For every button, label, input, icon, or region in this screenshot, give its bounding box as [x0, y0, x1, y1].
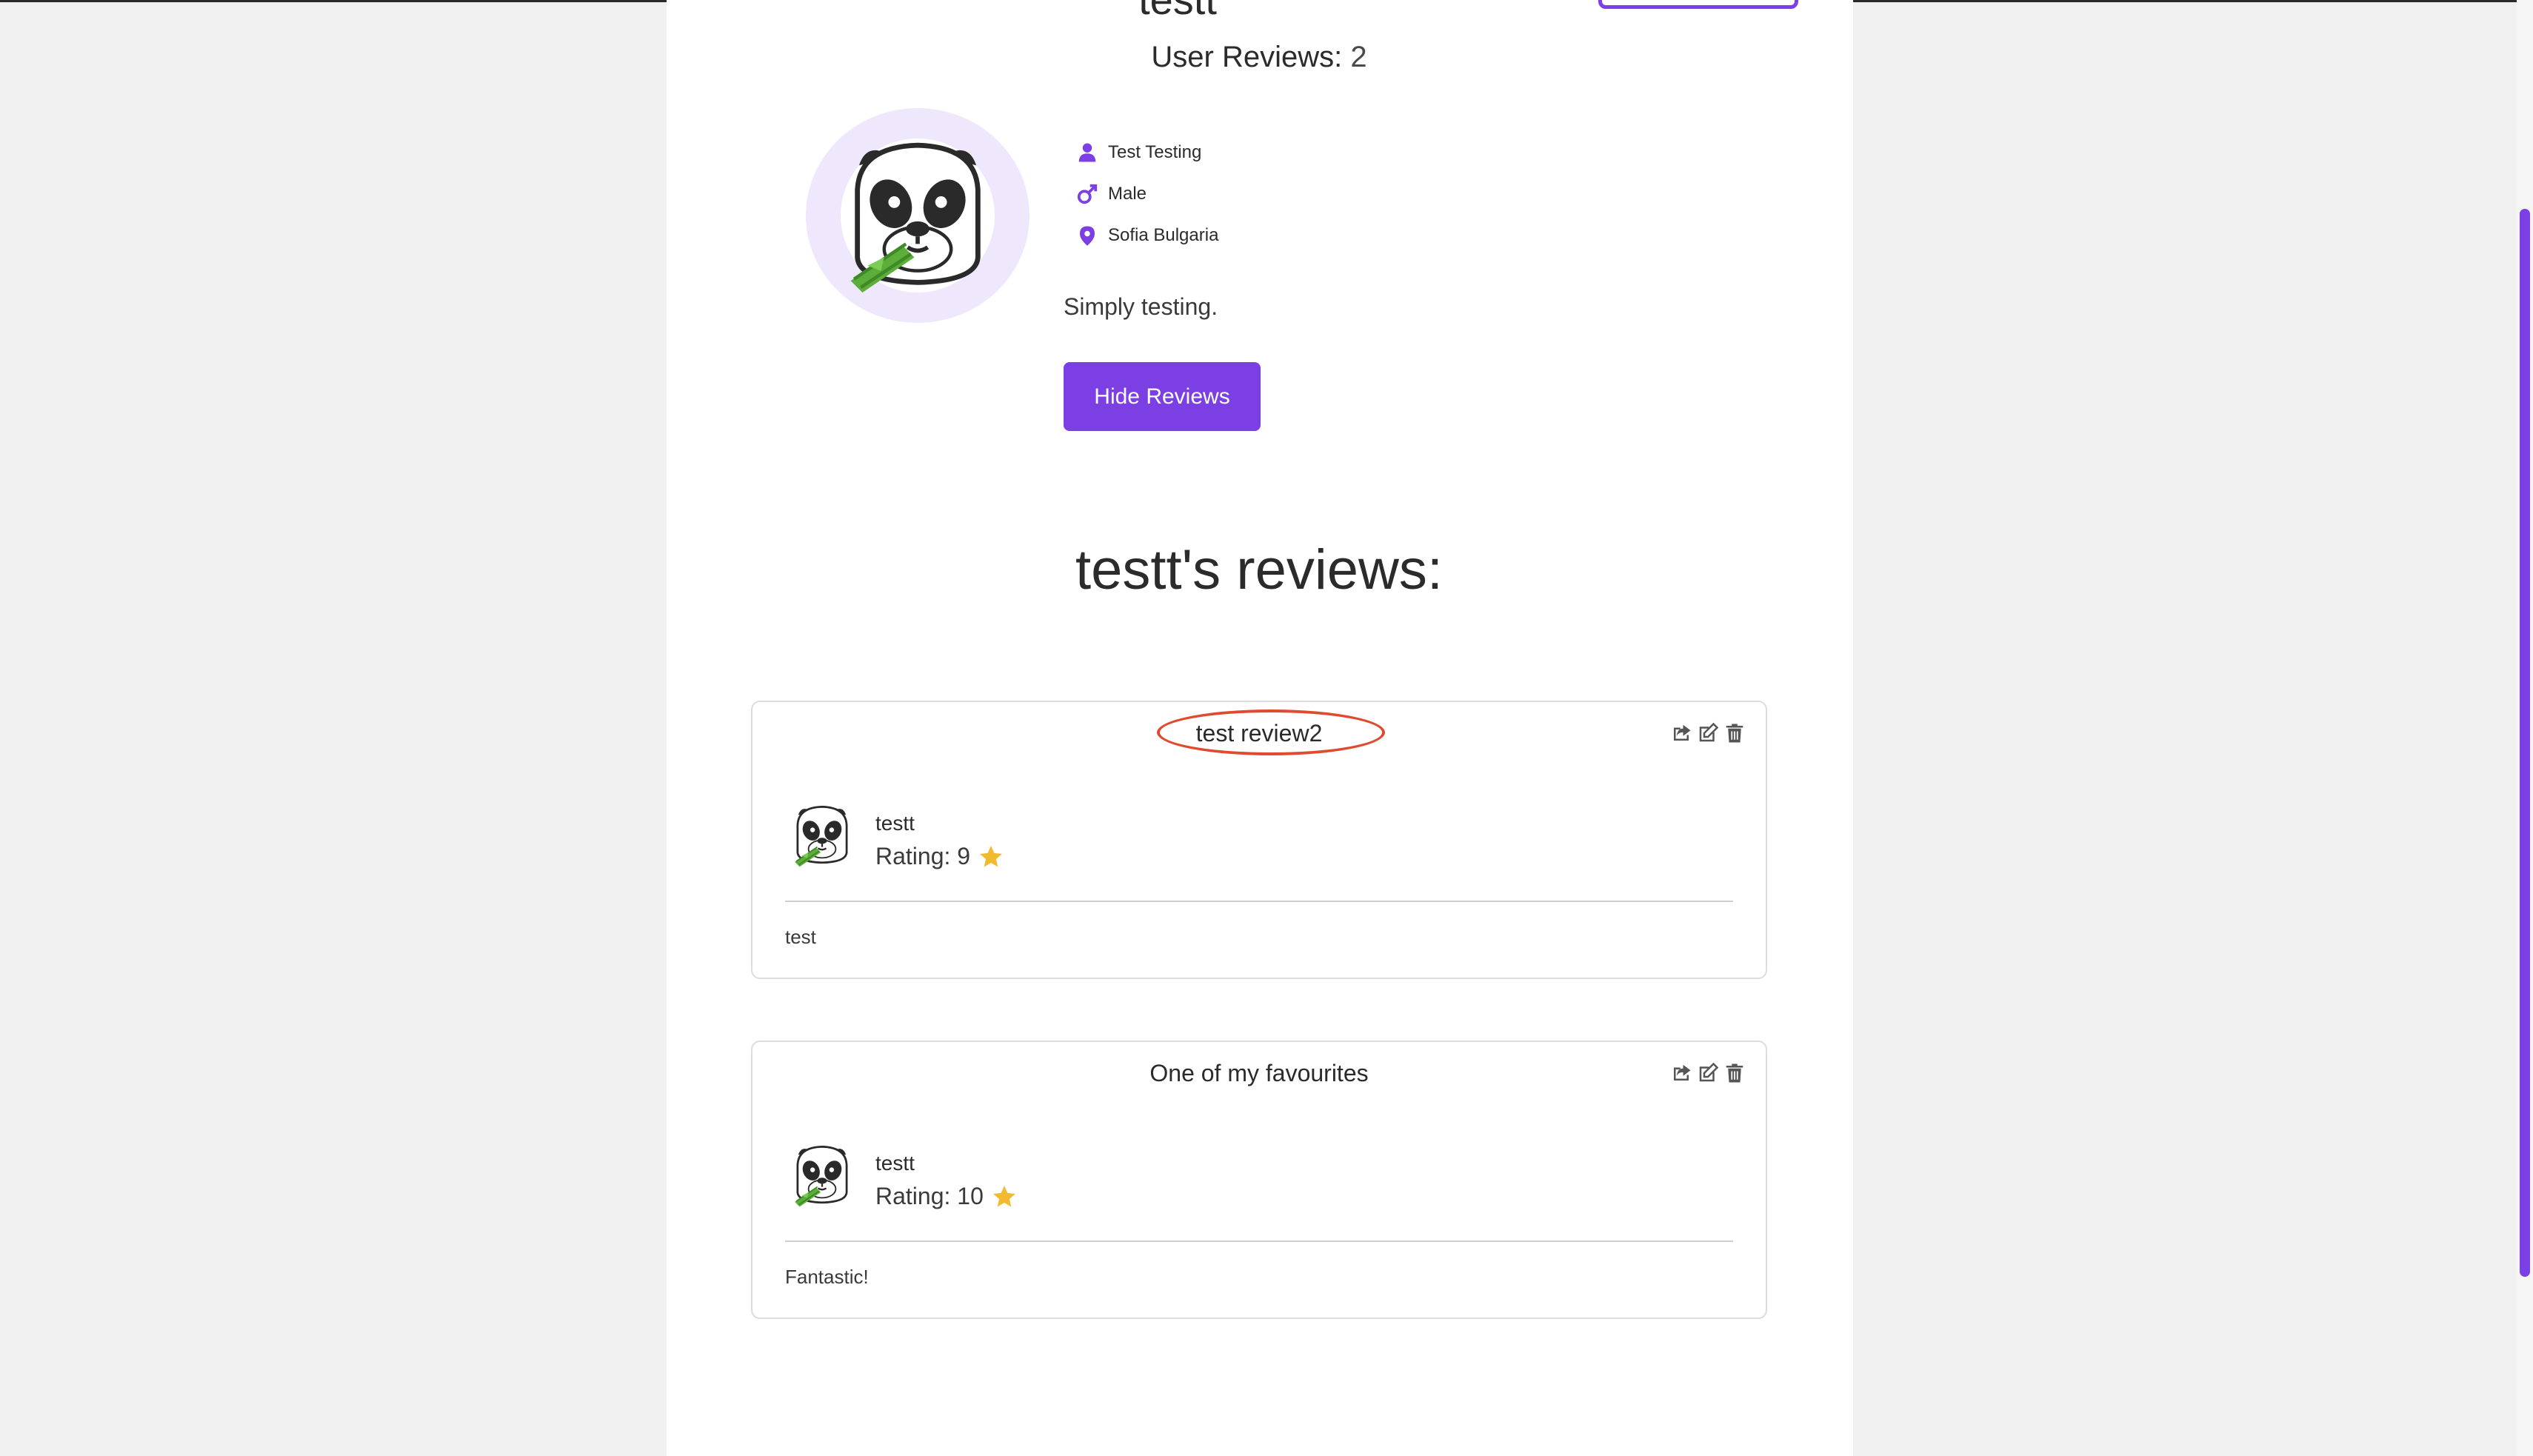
profile-gender: Male [1108, 184, 1147, 204]
profile-username: testt [1096, 0, 1259, 21]
user-icon [1075, 141, 1099, 164]
reviewer-name[interactable]: testt [875, 1152, 915, 1175]
reviews-heading: testt's reviews: [1075, 538, 1443, 601]
share-icon[interactable] [1669, 721, 1693, 745]
trash-icon[interactable] [1723, 721, 1746, 745]
reviewer-name[interactable]: testt [875, 812, 915, 835]
review-rating: Rating: 9 [875, 843, 1004, 870]
profile-name-row: Test Testing [1075, 138, 1201, 167]
edit-icon[interactable] [1696, 721, 1720, 745]
user-reviews-label: User Reviews: [1151, 41, 1343, 73]
location-pin-icon [1075, 224, 1099, 247]
reviewer-avatar [788, 1141, 856, 1209]
star-icon [991, 1183, 1018, 1210]
scrollbar-thumb[interactable] [2520, 209, 2530, 1277]
profile-location-row: Sofia Bulgaria [1075, 221, 1218, 250]
review-title[interactable]: test review2 [752, 718, 1766, 748]
review-actions [1669, 1061, 1746, 1085]
review-card: test review2 testt Rating: 9 test [751, 701, 1767, 979]
review-rating: Rating: 10 [875, 1183, 1018, 1210]
rating-label: Rating: 9 [875, 843, 971, 869]
reviewer-avatar [788, 801, 856, 869]
profile-bio: Simply testing. [1064, 293, 1218, 320]
profile-avatar [806, 108, 1029, 323]
hide-reviews-button[interactable]: Hide Reviews [1064, 362, 1261, 431]
profile-full-name: Test Testing [1108, 142, 1202, 162]
rating-label: Rating: 10 [875, 1183, 984, 1209]
share-icon[interactable] [1669, 1061, 1693, 1085]
user-reviews-number: 2 [1350, 41, 1367, 73]
review-body: Fantastic! [785, 1266, 869, 1288]
user-reviews-count: User Reviews: 2 [963, 39, 1555, 76]
star-icon [978, 844, 1004, 870]
review-title[interactable]: One of my favourites [752, 1058, 1766, 1088]
review-body: test [785, 926, 816, 948]
review-actions [1669, 721, 1746, 745]
panda-avatar [834, 132, 1001, 299]
male-icon [1075, 182, 1099, 206]
edit-icon[interactable] [1696, 1061, 1720, 1085]
review-card: One of my favourites testt Rating: 10 Fa… [751, 1041, 1767, 1319]
edit-profile-button[interactable] [1598, 0, 1798, 9]
trash-icon[interactable] [1723, 1061, 1746, 1085]
profile-gender-row: Male [1075, 179, 1147, 209]
review-divider [785, 901, 1733, 902]
review-divider [785, 1240, 1733, 1242]
profile-location: Sofia Bulgaria [1108, 225, 1219, 245]
